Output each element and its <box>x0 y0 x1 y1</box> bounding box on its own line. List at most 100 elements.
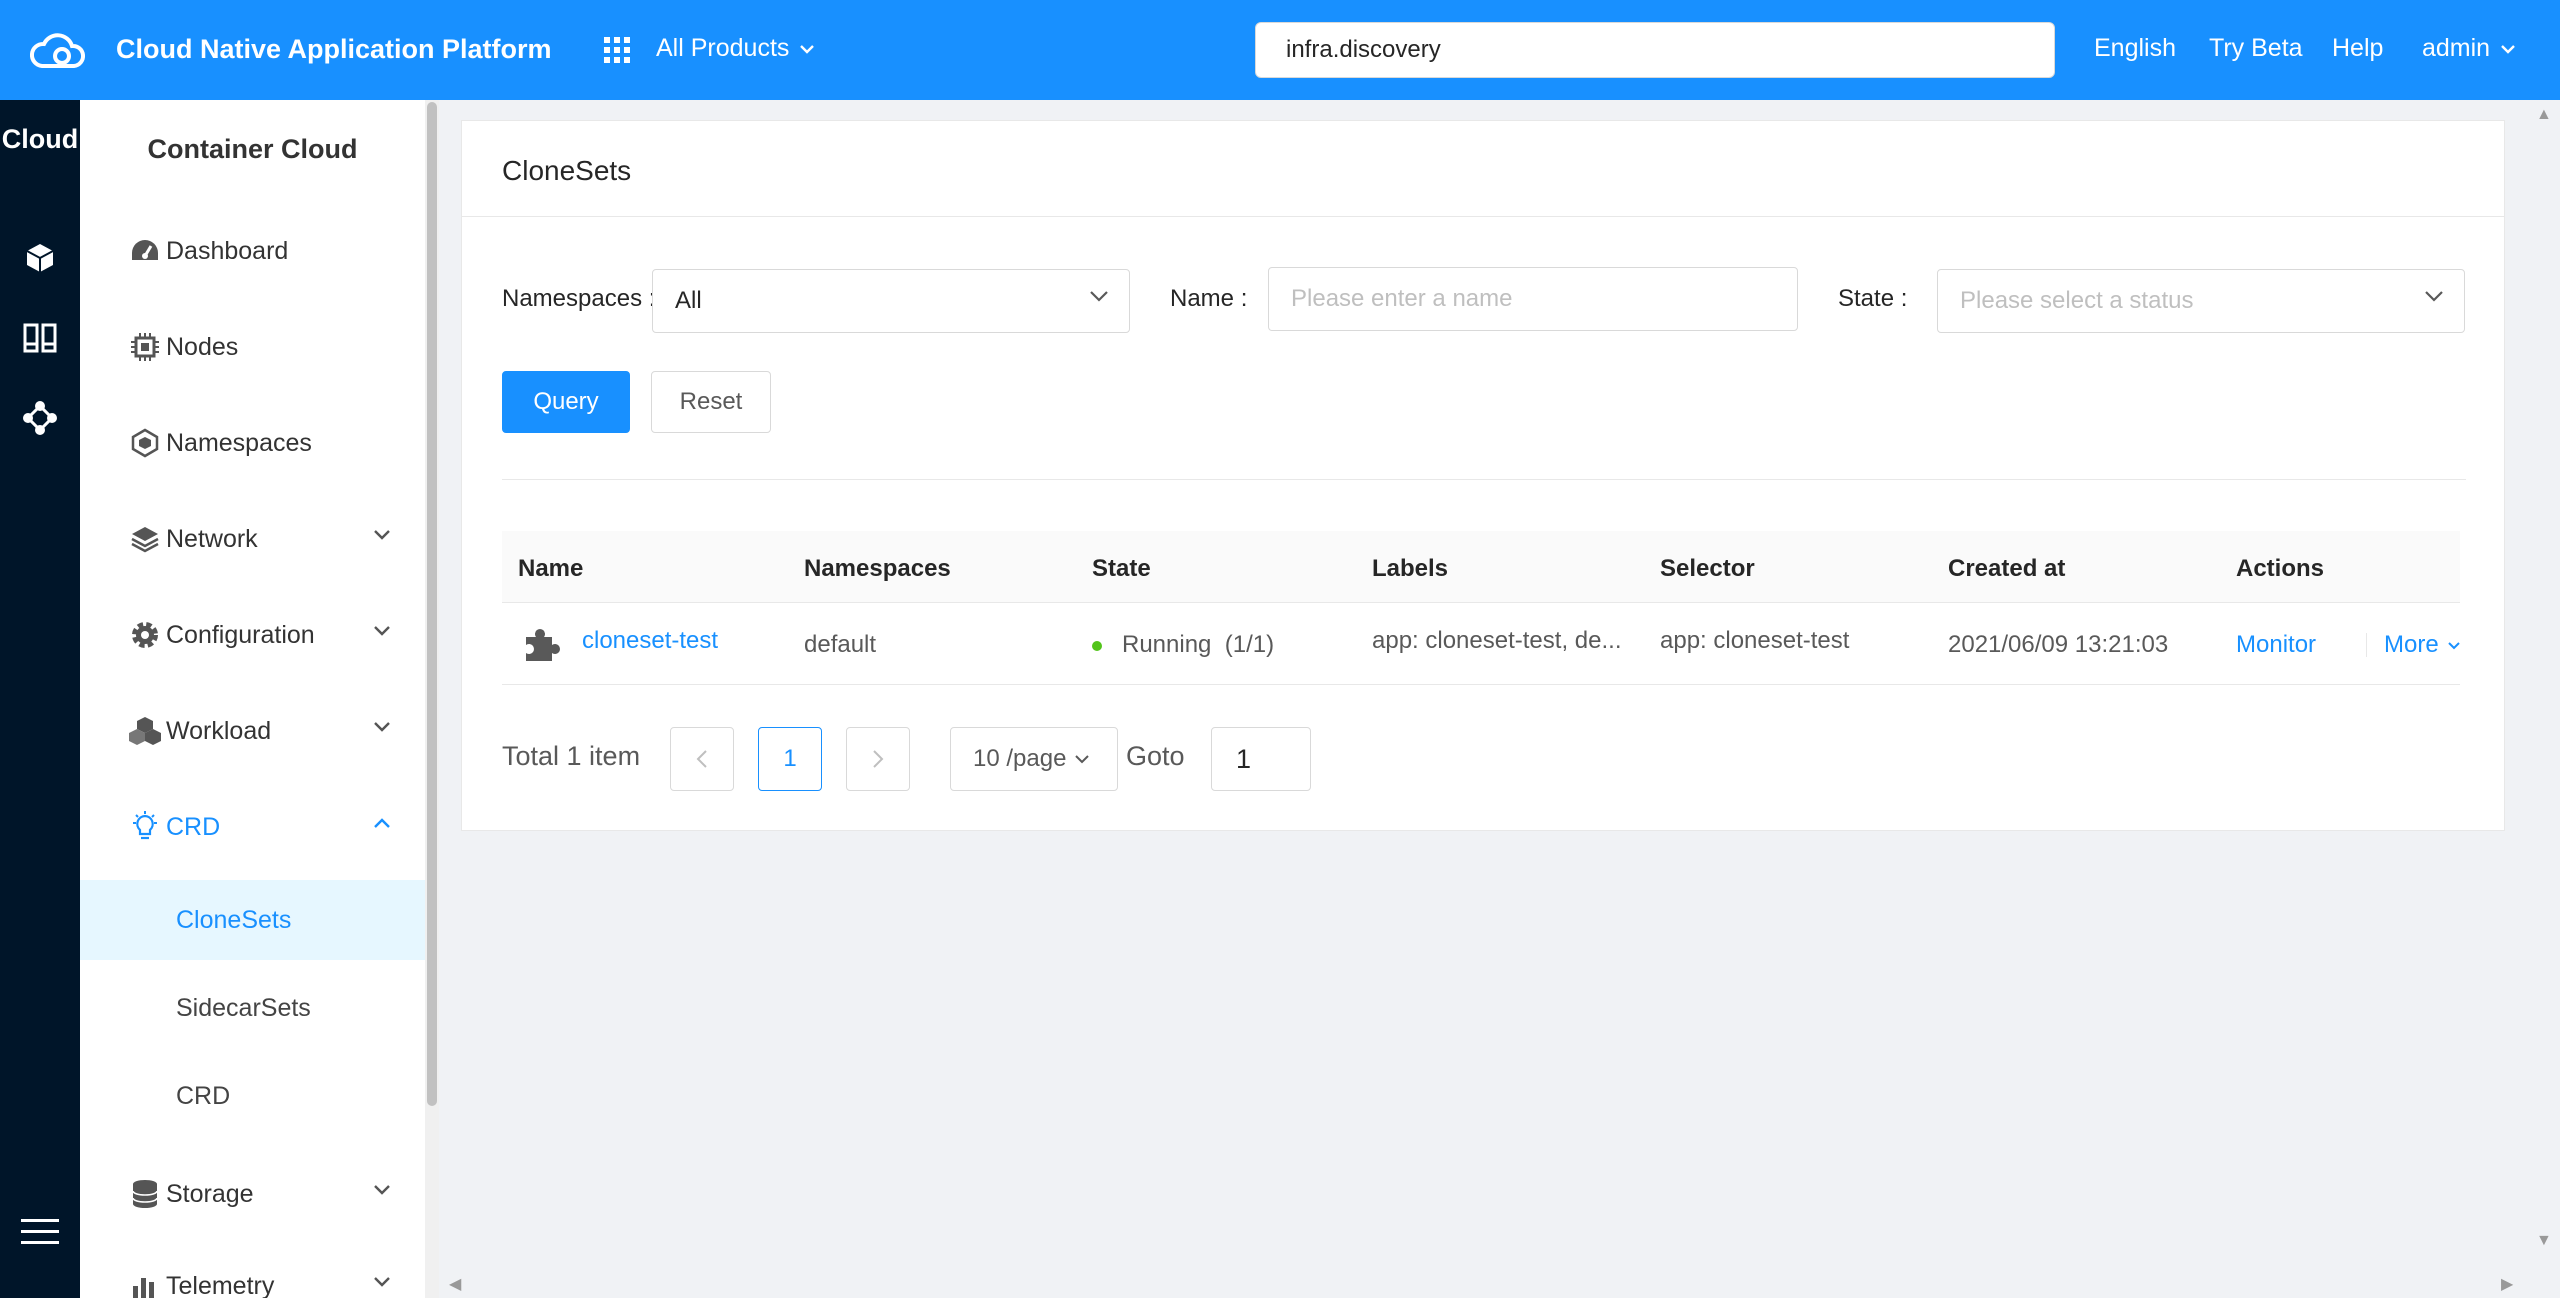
sidebar-title: Container Cloud <box>147 134 358 164</box>
help-link[interactable]: Help <box>2332 34 2383 63</box>
column-header-selector[interactable]: Selector <box>1660 555 1755 583</box>
sidebar-item-configuration[interactable]: Configuration <box>80 595 425 675</box>
status-dot-icon <box>1092 640 1102 651</box>
app-title: Cloud Native Application Platform <box>116 34 552 64</box>
pagination-prev-button[interactable] <box>670 727 734 791</box>
sidebar-scrollbar[interactable] <box>425 100 439 1298</box>
sidebar-subitem-crd[interactable]: CRD <box>80 1056 425 1136</box>
rail-container-button[interactable] <box>14 232 66 284</box>
sidebar: Container Cloud Dashboard Nodes Namespac… <box>80 100 425 1298</box>
sidebar-item-namespaces[interactable]: Namespaces <box>80 403 425 483</box>
sidebar-item-label: Namespaces <box>166 428 312 457</box>
language-switch[interactable]: English <box>2094 34 2176 63</box>
column-header-namespaces[interactable]: Namespaces <box>804 555 951 583</box>
chevron-down-icon <box>1075 755 1090 764</box>
chip-icon <box>128 330 162 364</box>
column-header-name[interactable]: Name <box>518 555 583 583</box>
scroll-down-arrow-icon[interactable]: ▼ <box>2536 1232 2552 1250</box>
top-bar: Cloud Native Application Platform All Pr… <box>0 0 2560 100</box>
layers-icon <box>128 522 162 556</box>
state-filter-label: State : <box>1838 285 1908 312</box>
name-input[interactable] <box>1268 267 1798 331</box>
database-icon <box>128 1177 162 1211</box>
table-header: Name Namespaces State Labels Selector Cr… <box>502 531 2460 603</box>
main-vertical-scrollbar[interactable]: ▲ ▼ <box>2528 100 2560 1260</box>
rail-menu-button[interactable] <box>14 1206 66 1258</box>
user-menu[interactable]: admin <box>2422 34 2516 63</box>
column-header-created-at[interactable]: Created at <box>1948 555 2065 583</box>
global-search-input[interactable] <box>1255 22 2055 78</box>
column-header-actions[interactable]: Actions <box>2236 555 2324 583</box>
actions-divider <box>2366 633 2367 657</box>
sidebar-item-dashboard[interactable]: Dashboard <box>80 211 425 291</box>
more-label: More <box>2384 631 2439 658</box>
sidebar-item-storage[interactable]: Storage <box>80 1154 425 1234</box>
scroll-left-arrow-icon[interactable]: ◀ <box>449 1274 461 1294</box>
row-replicas: (1/1) <box>1224 631 1275 658</box>
more-actions-dropdown[interactable]: More <box>2384 631 2461 659</box>
clonese-name-link[interactable]: cloneset-test <box>582 627 718 655</box>
chevron-down-icon <box>2425 291 2443 302</box>
column-header-state[interactable]: State <box>1092 555 1151 583</box>
sidebar-item-label: Storage <box>166 1179 254 1208</box>
clonesets-card: CloneSets Namespaces : All Name : State … <box>461 120 2505 831</box>
chevron-right-icon <box>873 750 884 768</box>
page-size-select[interactable]: 10 /page <box>950 727 1118 791</box>
rail-cluster-button[interactable] <box>14 392 66 444</box>
sidebar-scrollbar-thumb[interactable] <box>427 102 437 1106</box>
chevron-down-icon <box>800 44 815 54</box>
card-header: CloneSets <box>462 121 2504 217</box>
rail-title: Cloud <box>1 124 79 154</box>
sidebar-item-label: CRD <box>166 812 221 841</box>
monitor-link[interactable]: Monitor <box>2236 631 2316 659</box>
columns-icon <box>23 323 57 353</box>
chevron-down-icon <box>374 722 390 732</box>
cluster-icon <box>23 401 57 435</box>
filter-divider <box>502 479 2466 480</box>
chevron-down-icon <box>374 626 390 636</box>
rail-columns-button[interactable] <box>14 312 66 364</box>
try-beta-link[interactable]: Try Beta <box>2209 34 2303 63</box>
goto-label: Goto <box>1126 741 1185 771</box>
pagination-total: Total 1 item <box>502 741 641 771</box>
sidebar-item-label: Network <box>166 524 258 553</box>
chevron-down-icon <box>2447 641 2460 649</box>
page-title: CloneSets <box>502 155 632 186</box>
menu-icon <box>21 1219 59 1244</box>
query-button[interactable]: Query <box>502 371 630 433</box>
bar-chart-icon <box>128 1269 162 1298</box>
sidebar-subitem-sidecarsets[interactable]: SidecarSets <box>80 968 425 1048</box>
sidebar-item-nodes[interactable]: Nodes <box>80 307 425 387</box>
state-select-placeholder: Please select a status <box>1960 287 2194 314</box>
reset-button[interactable]: Reset <box>651 371 771 433</box>
namespaces-select[interactable]: All <box>652 269 1130 333</box>
chevron-down-icon <box>2501 44 2515 54</box>
namespaces-select-value: All <box>675 287 702 314</box>
user-name: admin <box>2422 34 2491 62</box>
page-size-value: 10 /page <box>973 745 1067 772</box>
bulb-icon <box>128 810 162 844</box>
sidebar-item-workload[interactable]: Workload <box>80 691 425 771</box>
cloud-logo-icon[interactable] <box>28 28 88 72</box>
goto-page-input[interactable] <box>1211 727 1311 791</box>
pagination-next-button[interactable] <box>846 727 910 791</box>
pagination-page-1[interactable]: 1 <box>758 727 822 791</box>
row-created-at: 2021/06/09 13:21:03 <box>1948 631 2169 658</box>
row-state-text: Running <box>1122 631 1212 658</box>
state-select[interactable]: Please select a status <box>1937 269 2465 333</box>
cube-icon <box>26 244 54 272</box>
scroll-right-arrow-icon[interactable]: ▶ <box>2501 1274 2513 1294</box>
table-row: cloneset-test default Running (1/1) app:… <box>502 603 2460 685</box>
sidebar-item-telemetry[interactable]: Telemetry <box>80 1246 425 1298</box>
column-header-labels[interactable]: Labels <box>1372 555 1448 583</box>
sidebar-subitem-clonesets[interactable]: CloneSets <box>80 880 425 960</box>
all-products-menu[interactable]: All Products <box>656 34 815 63</box>
chevron-up-icon <box>374 818 390 828</box>
row-labels: app: cloneset-test, de... <box>1372 627 1622 654</box>
apps-grid-icon[interactable] <box>604 37 630 63</box>
scroll-up-arrow-icon[interactable]: ▲ <box>2536 106 2552 124</box>
sidebar-item-crd[interactable]: CRD <box>80 787 425 867</box>
chevron-down-icon <box>374 1277 390 1287</box>
sidebar-item-network[interactable]: Network <box>80 499 425 579</box>
main-horizontal-scrollbar[interactable]: ◀ ▶ <box>441 1268 2527 1298</box>
